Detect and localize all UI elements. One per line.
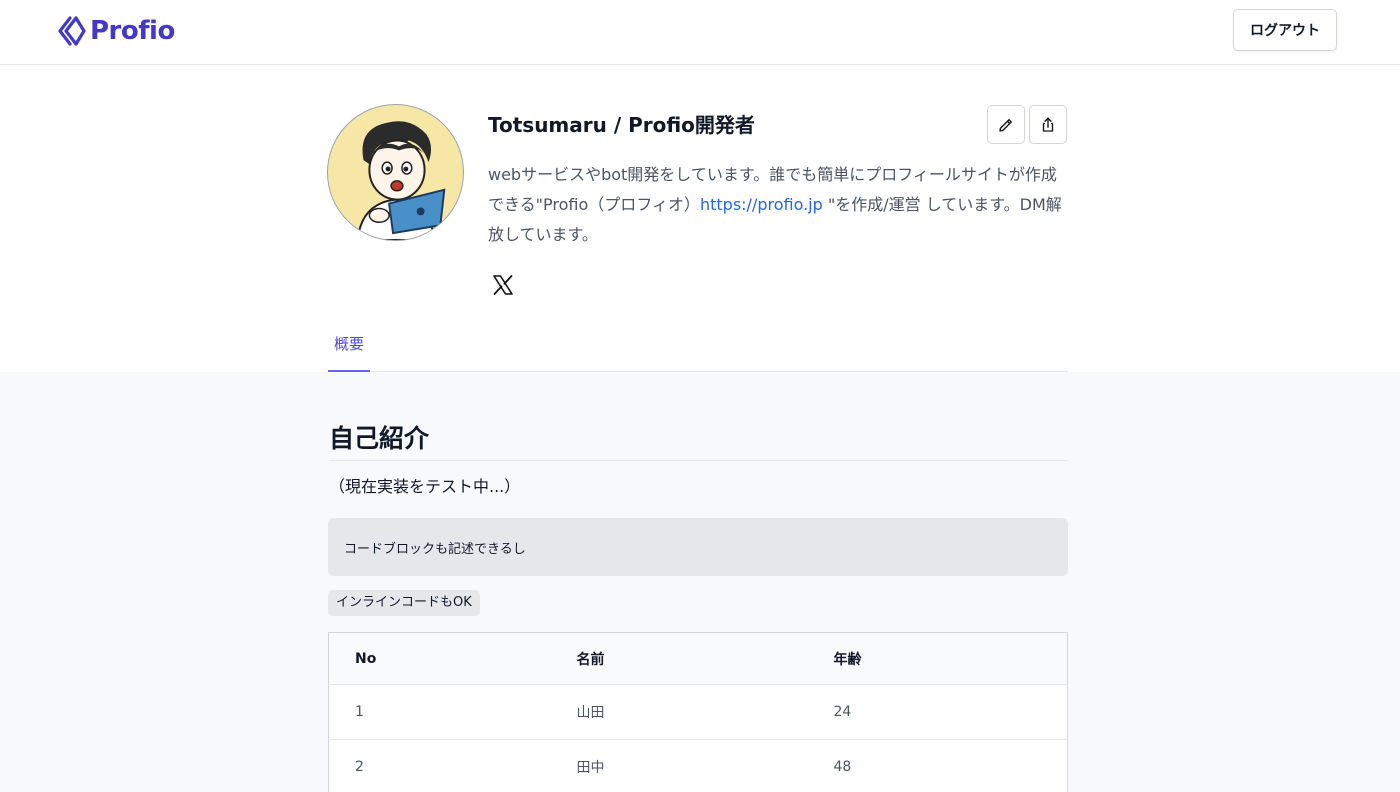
x-social-link[interactable] [490,272,516,298]
top-navbar: Profio ログアウト [0,0,1400,65]
section-title: 自己紹介 [329,420,1068,461]
x-icon [493,275,513,295]
pencil-icon [999,118,1012,132]
code-block: コードブロックも記述できるし [328,518,1068,576]
logo-text: Profio [90,16,175,46]
table-cell: 田中 [550,739,808,792]
table-row: 1 山田 24 [328,684,1068,740]
table-cell: 1 [328,684,551,740]
tab-overview[interactable]: 概要 [328,325,370,372]
table-cell: 2 [328,739,551,792]
profio-link[interactable]: https://profio.jp [700,195,823,214]
profio-logo[interactable]: Profio [58,14,175,48]
data-table: No 名前 年齢 1 山田 24 2 田中 48 [328,632,1068,792]
table-header-age: 年齢 [807,632,1068,685]
table-header-name: 名前 [550,632,808,685]
table-cell: 48 [807,739,1068,792]
edit-profile-button[interactable] [987,105,1025,144]
table-cell: 24 [807,684,1068,740]
avatar [327,104,464,241]
profile-name: Totsumaru / Profio開発者 [488,113,755,137]
profile-tabs: 概要 [328,325,1068,372]
share-icon [1042,117,1054,132]
table-cell: 山田 [550,684,808,740]
section-lead: （現在実装をテスト中...） [329,477,521,496]
table-header-no: No [328,632,551,685]
inline-code: インラインコードもOK [328,590,480,616]
avatar-illustration [328,105,463,240]
share-profile-button[interactable] [1029,105,1067,144]
table-header-row: No 名前 年齢 [328,632,1068,685]
table-row: 2 田中 48 [328,739,1068,792]
logout-button[interactable]: ログアウト [1233,9,1337,51]
profile-bio: webサービスやbot開発をしています。誰でも簡単にプロフィールサイトが作成でき… [488,160,1068,250]
profio-logo-mark-icon [58,16,86,46]
